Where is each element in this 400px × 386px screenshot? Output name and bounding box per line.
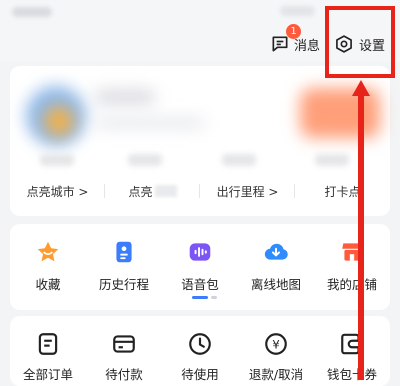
- page-indicator-active: [192, 296, 208, 299]
- all-orders-icon: [38, 333, 58, 355]
- voice-icon: [189, 243, 211, 261]
- tool-label: 离线地图: [250, 277, 301, 292]
- star-icon: [37, 241, 59, 262]
- blurred-stat-text: [154, 185, 177, 197]
- tool-history[interactable]: 历史行程: [86, 238, 162, 293]
- tool-favorites[interactable]: 收藏: [10, 238, 86, 293]
- stat-lit-cities[interactable]: 点亮城市 >: [10, 176, 105, 206]
- svg-text:¥: ¥: [272, 338, 280, 352]
- blurred-avatar-accent: [44, 106, 74, 136]
- settings-highlight-box: [325, 6, 395, 78]
- order-pending-use[interactable]: 待使用: [162, 330, 238, 383]
- blurred-stat-value: [40, 154, 74, 166]
- tool-offline-map[interactable]: 离线地图: [238, 238, 314, 293]
- order-all[interactable]: 全部订单: [10, 330, 86, 383]
- order-label: 退款/取消: [248, 367, 304, 382]
- annotation-arrow-icon: [352, 80, 370, 380]
- blurred-status: [280, 6, 315, 16]
- stats-row: 点亮城市 > 点亮 出行里程 > 打卡点: [10, 176, 390, 206]
- blurred-stat-value: [128, 154, 162, 166]
- orders-card: 全部订单 待付款 待使用 ¥ 退款/取消 钱包卡券: [10, 316, 390, 386]
- tool-voice-pack[interactable]: 语音包: [162, 238, 238, 293]
- tools-row: 收藏 历史行程 语音包 离线地图 我的店铺: [10, 238, 390, 293]
- stat-travel-mileage[interactable]: 出行里程 >: [200, 176, 295, 206]
- page-indicator-inactive: [211, 296, 217, 299]
- pending-payment-icon: [113, 335, 135, 353]
- blurred-username: [12, 7, 52, 17]
- messages-button[interactable]: 1 消息: [270, 24, 320, 55]
- stat-lit[interactable]: 点亮: [105, 176, 200, 206]
- tool-label: 历史行程: [98, 277, 149, 292]
- order-label: 全部订单: [22, 367, 73, 382]
- profile-card: 点亮城市 > 点亮 出行里程 > 打卡点: [10, 66, 390, 216]
- order-label: 待付款: [105, 367, 143, 382]
- offline-map-icon: [264, 243, 288, 260]
- tools-card: 收藏 历史行程 语音包 离线地图 我的店铺: [10, 224, 390, 310]
- tool-label: 收藏: [35, 277, 61, 292]
- blurred-stat-value: [222, 154, 256, 166]
- orders-row: 全部订单 待付款 待使用 ¥ 退款/取消 钱包卡券: [10, 330, 390, 383]
- refund-icon: ¥: [265, 333, 287, 355]
- blurred-name-block: [95, 90, 155, 104]
- history-icon: [116, 241, 132, 263]
- order-pending-payment[interactable]: 待付款: [86, 330, 162, 383]
- order-refund[interactable]: ¥ 退款/取消: [238, 330, 314, 383]
- order-label: 待使用: [181, 367, 219, 382]
- blurred-stat-value: [315, 154, 349, 166]
- messages-badge: 1: [286, 24, 301, 39]
- message-icon: [272, 36, 288, 52]
- blurred-info-block: [95, 118, 205, 128]
- tool-label: 语音包: [181, 277, 219, 292]
- pending-use-icon: [189, 333, 211, 355]
- stat-checkin[interactable]: 打卡点: [295, 176, 390, 206]
